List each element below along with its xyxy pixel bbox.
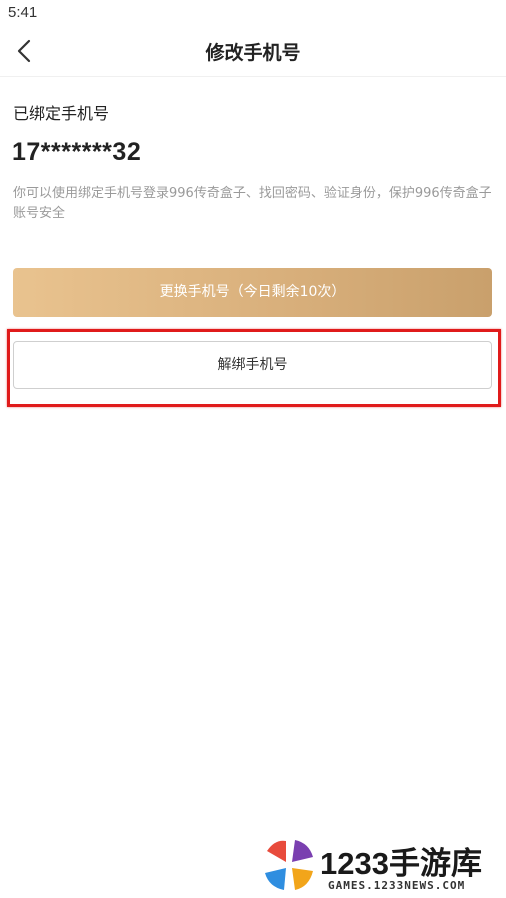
watermark-subtitle: GAMES.1233NEWS.COM — [328, 879, 466, 892]
masked-phone-number: 17*******32 — [12, 138, 142, 166]
status-time: 5:41 — [8, 4, 38, 21]
watermark-title: 1233手游库 — [320, 846, 482, 881]
nav-bar: 修改手机号 — [0, 26, 506, 77]
phone-usage-hint: 你可以使用绑定手机号登录996传奇盒子、找回密码、验证身份，保护996传奇盒子账… — [13, 186, 492, 221]
watermark-logo-icon — [265, 840, 313, 890]
watermark: 1233手游库 GAMES.1233NEWS.COM — [262, 836, 506, 896]
status-bar: 5:41 — [0, 0, 506, 26]
page-title: 修改手机号 — [205, 42, 301, 64]
unbind-phone-button[interactable]: 解绑手机号 — [13, 341, 492, 389]
change-phone-button[interactable]: 更换手机号（今日剩余10次） — [13, 268, 492, 317]
bound-phone-label: 已绑定手机号 — [13, 104, 110, 123]
